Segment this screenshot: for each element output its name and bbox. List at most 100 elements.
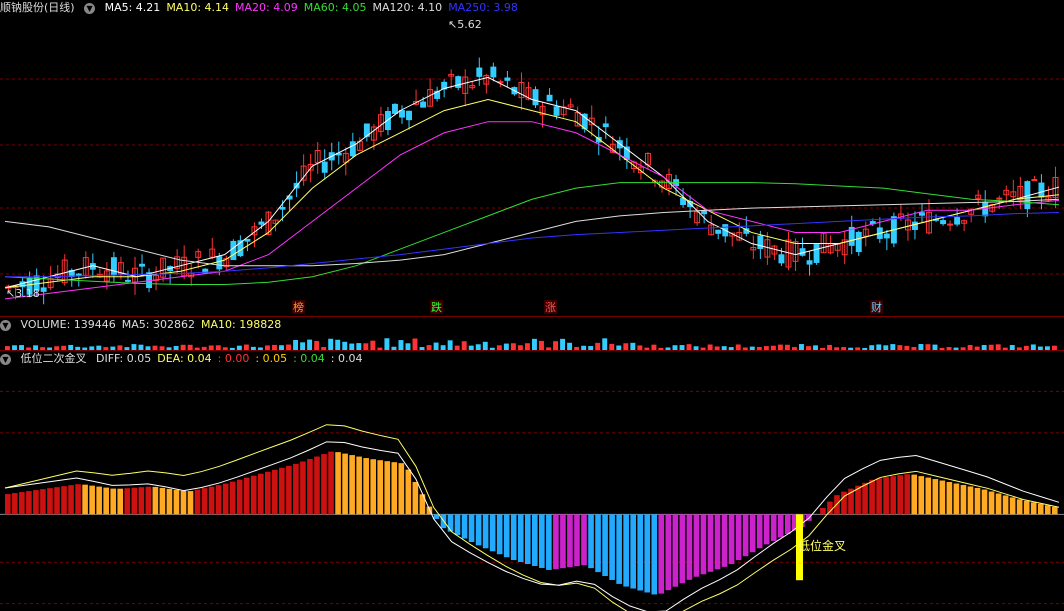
macd-histogram-bar (517, 514, 524, 563)
macd-histogram-bar (152, 486, 159, 515)
macd-histogram-bar (560, 514, 566, 569)
candle-body (349, 141, 356, 157)
macd-histogram-bar (89, 485, 95, 515)
macd-histogram-bar (735, 514, 742, 561)
macd-histogram-bar (665, 514, 672, 591)
macd-histogram-bar (742, 514, 749, 557)
volume-bar (314, 340, 320, 350)
macd-histogram-bar (728, 514, 735, 565)
macd-histogram-bar (124, 488, 131, 515)
candle-body (279, 206, 286, 210)
macd-histogram-bar (862, 482, 868, 515)
candle-body (701, 210, 708, 215)
macd-histogram-bar (658, 514, 665, 594)
macd-histogram-bar (588, 514, 594, 569)
volume-bar (447, 340, 453, 350)
candle-body (883, 233, 890, 239)
macd-histogram-bar (454, 514, 461, 536)
candlestick-chart: ↖5.62 ↖3.18 榜 跌 涨 财 (0, 18, 1064, 314)
volume-chart (5, 338, 1057, 350)
volume-bar (300, 342, 306, 350)
macd-histogram-bar (272, 469, 278, 515)
macd-histogram-bar (257, 473, 264, 515)
candle-body (420, 101, 427, 108)
candle-body (258, 221, 265, 225)
collapse-toggle-icon[interactable]: ▼ (0, 319, 11, 331)
macd-histogram-bar (496, 514, 503, 555)
candle-body (40, 287, 47, 292)
volume-bar (293, 340, 299, 350)
candle-body (680, 198, 687, 205)
macd-histogram-bar (503, 514, 510, 558)
macd-histogram-bar (756, 514, 763, 549)
macd-histogram-bar (820, 507, 826, 515)
macd-histogram-bar (180, 490, 187, 515)
collapse-toggle-icon[interactable]: ▼ (84, 2, 96, 14)
volume-bar (461, 341, 467, 350)
candle-body (476, 67, 483, 77)
macd-histogram-bar (932, 479, 939, 515)
macd-histogram-bar (630, 514, 636, 589)
macd-histogram-bar (138, 487, 145, 515)
macd-histogram-bar (749, 514, 756, 553)
macd-histogram-bar (644, 514, 651, 593)
collapse-toggle-icon[interactable]: ▼ (0, 353, 11, 365)
macd-histogram-bar (827, 501, 833, 515)
low-price-label: ↖3.18 (6, 287, 40, 300)
macd-histogram-bar (784, 514, 791, 535)
macd-histogram-bar (12, 493, 18, 515)
volume-bar (532, 338, 537, 350)
event-marker: 涨 (545, 301, 556, 314)
volume-bar (560, 338, 566, 350)
candle-body (399, 110, 405, 118)
macd-histogram-bar (412, 481, 419, 515)
macd-histogram-bar (293, 463, 299, 515)
macd-histogram-bar (33, 490, 39, 515)
volume-label-2: MA10: 198828 (200, 318, 282, 331)
macd-histogram-bar (510, 514, 517, 561)
macd-histogram-bar (714, 514, 721, 570)
macd-histogram-bar (574, 514, 580, 567)
macd-histogram-bar (363, 458, 369, 515)
candle-body (532, 89, 539, 106)
event-marker: 跌 (431, 300, 442, 314)
macd-histogram-bar (1009, 497, 1016, 515)
volume-bar (595, 342, 601, 350)
macd-histogram-bar (307, 458, 313, 515)
indicator-label-2: : 0.00 (217, 352, 250, 365)
volume-bar (405, 343, 411, 350)
candle-body (546, 94, 553, 102)
macd-histogram-bar (869, 479, 875, 515)
macd-histogram-bar (904, 474, 911, 515)
indicator-label-5: : 0.04 (330, 352, 363, 365)
volume-panel-header: ▼ VOLUME: 139446 MA5: 302862 MA10: 198828 (0, 317, 293, 333)
macd-histogram-bar (54, 487, 60, 515)
macd-histogram-bar (1044, 505, 1051, 515)
candle-body (1031, 179, 1038, 182)
macd-histogram-bar (19, 492, 25, 515)
candle-body (75, 273, 82, 276)
macd-histogram-bar (974, 487, 981, 515)
macd-histogram-bar (609, 514, 615, 580)
macd-histogram-bar (314, 456, 320, 515)
candle-body (392, 103, 398, 114)
macd-histogram-bar (1016, 499, 1023, 515)
macd-histogram-bar (918, 476, 925, 515)
macd-histogram-bar (1051, 506, 1058, 515)
macd-histogram-bar (960, 484, 967, 515)
indicator-panel-header: ▼ 低位二次金叉 DIFF: 0.05 DEA: 0.04: 0.00: 0.05… (0, 351, 374, 367)
macd-histogram-bar (925, 477, 932, 515)
volume-label-1: MA5: 302862 (121, 318, 195, 331)
macd-histogram-bar (398, 463, 405, 515)
macd-histogram-bar (286, 465, 292, 515)
indicator-label-0: DIFF: 0.05 (96, 352, 152, 365)
candle-body (321, 161, 328, 173)
macd-histogram-bar (447, 514, 454, 532)
macd-histogram-bar (300, 461, 306, 515)
macd-histogram-bar (567, 514, 573, 568)
macd-histogram-bar (602, 514, 608, 577)
macd-histogram-bar (461, 514, 468, 539)
candle-body (1038, 182, 1045, 198)
volume-bar (307, 339, 313, 350)
volume-bar (567, 342, 573, 350)
